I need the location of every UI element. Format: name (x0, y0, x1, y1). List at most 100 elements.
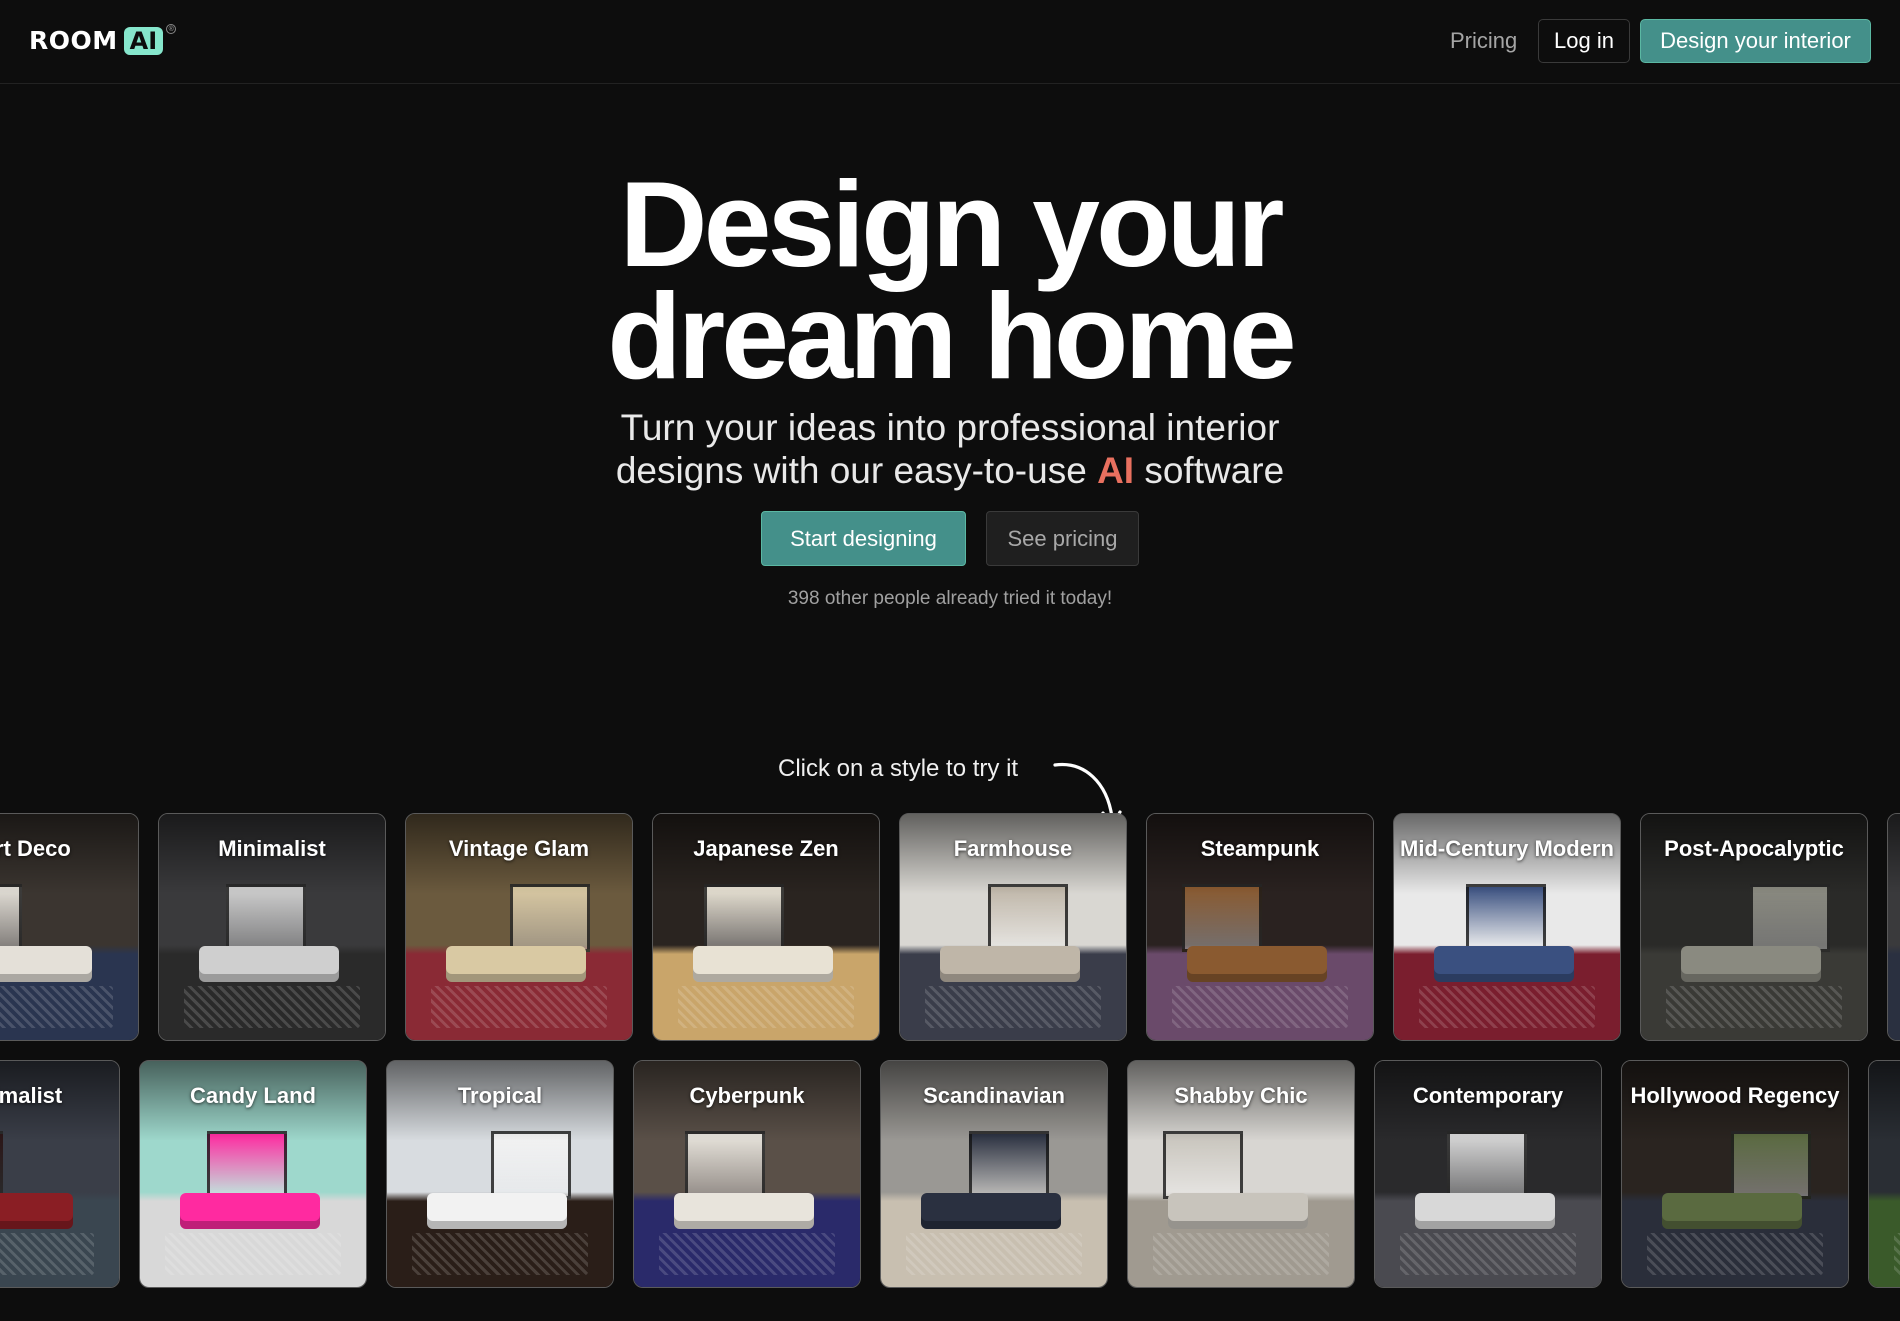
room-rug (1894, 1233, 1900, 1275)
hero-title: Design your dream home (0, 163, 1900, 397)
style-card[interactable]: Industrial (1887, 813, 1900, 1041)
room-rug (659, 1233, 835, 1275)
style-card-label: Steampunk (1200, 836, 1320, 861)
design-interior-button[interactable]: Design your interior (1640, 19, 1871, 63)
style-card[interactable]: Farmhouse (899, 813, 1127, 1041)
top-nav: ROOM AI ® Pricing Log in Design your int… (0, 0, 1900, 84)
room-window (1731, 1131, 1811, 1199)
room-rug (1400, 1233, 1576, 1275)
room-sofa (180, 1193, 320, 1229)
ai-accent-text: AI (1097, 450, 1135, 491)
room-rug (906, 1233, 1082, 1275)
style-hint-text: Click on a style to try it (778, 755, 1019, 782)
room-window (226, 884, 306, 952)
style-card[interactable]: Minimalist (158, 813, 386, 1041)
nav-pricing-link[interactable]: Pricing (1450, 28, 1517, 54)
room-window (1750, 884, 1830, 952)
room-sofa (1681, 946, 1821, 982)
style-card-label: Art Deco (0, 836, 71, 861)
style-card-label: Maximalist (0, 1083, 63, 1108)
room-window (1182, 884, 1262, 952)
style-card-label: Industrial (1888, 836, 1900, 862)
room-rug (184, 986, 360, 1028)
room-sofa (1168, 1193, 1308, 1229)
style-card[interactable]: Tropical (386, 1060, 614, 1288)
see-pricing-button[interactable]: See pricing (986, 511, 1139, 566)
room-rug (678, 986, 854, 1028)
hero-subtitle-line-1: Turn your ideas into professional interi… (620, 407, 1280, 448)
social-proof-text: 398 other people already tried it today! (787, 588, 1113, 609)
room-sofa (693, 946, 833, 982)
style-card[interactable]: Cyberpunk (633, 1060, 861, 1288)
hero-subtitle: Turn your ideas into professional interi… (0, 406, 1900, 492)
room-sofa (674, 1193, 814, 1229)
style-card[interactable]: Steampunk (1146, 813, 1374, 1041)
room-rug (925, 986, 1101, 1028)
registered-mark-icon: ® (166, 24, 177, 34)
logo-wordmark: ROOM (29, 26, 118, 55)
style-row-2: Maximalist Candy Land Tropical Cyberpunk Sca… (0, 1060, 1900, 1288)
style-card[interactable]: Bohemian (1868, 1060, 1900, 1288)
room-rug (412, 1233, 588, 1275)
style-card[interactable]: Vintage Glam (405, 813, 633, 1041)
room-sofa (940, 946, 1080, 982)
room-rug (1666, 986, 1842, 1028)
room-window (969, 1131, 1049, 1199)
room-sofa (427, 1193, 567, 1229)
style-card-label: Contemporary (1412, 1083, 1564, 1108)
style-card-label: Cyberpunk (689, 1083, 805, 1108)
room-window (685, 1131, 765, 1199)
style-card-label: Tropical (457, 1083, 543, 1108)
room-rug (431, 986, 607, 1028)
style-card[interactable]: Maximalist (0, 1060, 120, 1288)
logo[interactable]: ROOM AI ® (29, 24, 177, 55)
style-card-label: Vintage Glam (448, 836, 590, 861)
style-card[interactable]: Art Deco (0, 813, 139, 1041)
style-card[interactable]: Japanese Zen (652, 813, 880, 1041)
style-card[interactable]: Hollywood Regency (1621, 1060, 1849, 1288)
room-sofa (446, 946, 586, 982)
room-window (704, 884, 784, 952)
start-designing-button[interactable]: Start designing (761, 511, 966, 566)
room-window (0, 1131, 3, 1199)
style-card[interactable]: Contemporary (1374, 1060, 1602, 1288)
style-card[interactable]: Scandinavian (880, 1060, 1108, 1288)
room-window (0, 884, 22, 952)
room-window (491, 1131, 571, 1199)
room-sofa (0, 1193, 73, 1229)
style-card[interactable]: Post-Apocalyptic (1640, 813, 1868, 1041)
room-window (988, 884, 1068, 952)
style-card-label: Candy Land (190, 1083, 316, 1108)
room-sofa (1415, 1193, 1555, 1229)
hero-subtitle-line-2-post: software (1134, 450, 1285, 491)
room-rug (1419, 986, 1595, 1028)
room-sofa (199, 946, 339, 982)
login-button[interactable]: Log in (1538, 19, 1630, 63)
style-card-label: Scandinavian (923, 1083, 1065, 1108)
hero-title-line-2: dream home (607, 268, 1296, 404)
hero-subtitle-line-2-pre: designs with our easy-to-use (615, 450, 1098, 491)
style-card[interactable]: Shabby Chic (1127, 1060, 1355, 1288)
room-window (1466, 884, 1546, 952)
room-rug (0, 1233, 94, 1275)
room-sofa (1662, 1193, 1802, 1229)
room-sofa (1187, 946, 1327, 982)
room-window (1163, 1131, 1243, 1199)
room-window (510, 884, 590, 952)
room-window (1447, 1131, 1527, 1199)
room-rug (165, 1233, 341, 1275)
style-card-label: Hollywood Regency (1630, 1083, 1840, 1108)
room-window (207, 1131, 287, 1199)
room-rug (1153, 1233, 1329, 1275)
style-card[interactable]: Mid-Century Modern (1393, 813, 1621, 1041)
room-rug (1172, 986, 1348, 1028)
room-sofa (921, 1193, 1061, 1229)
style-row-1: Art Deco Minimalist Vintage Glam Japanese Z… (0, 813, 1900, 1041)
style-card-label: Minimalist (218, 836, 326, 861)
style-card[interactable]: Candy Land (139, 1060, 367, 1288)
room-rug (0, 986, 113, 1028)
style-card-label: Post-Apocalyptic (1664, 836, 1844, 861)
style-card-label: Bohemian (1869, 1083, 1900, 1109)
style-card-label: Farmhouse (953, 836, 1073, 861)
logo-ai-badge: AI (123, 26, 164, 55)
